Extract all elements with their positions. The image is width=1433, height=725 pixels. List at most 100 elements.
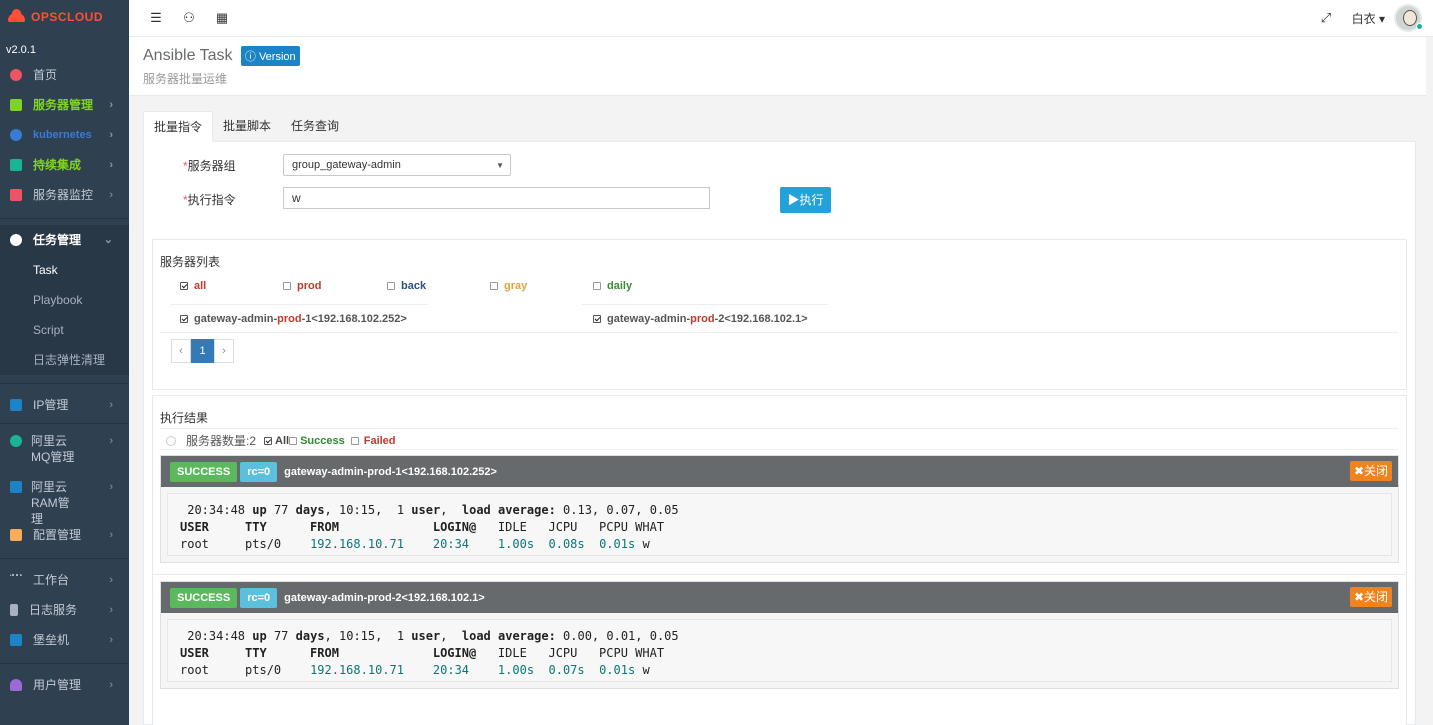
tab-task-query[interactable]: 任务查询 [281, 111, 349, 142]
checkbox[interactable] [387, 282, 395, 291]
sidebar-item-ip[interactable]: IP管理 › [0, 390, 129, 420]
menu-toggle-icon[interactable]: ☰ [149, 11, 163, 25]
loading-spinner-icon [166, 435, 176, 446]
dashboard-icon [10, 574, 22, 586]
pager-next-button[interactable]: › [214, 339, 234, 363]
sidebar-item-label: 配置管理 [33, 528, 82, 542]
chevron-right-icon: › [109, 574, 113, 586]
checkbox[interactable] [593, 282, 601, 291]
kubernetes-icon [10, 129, 22, 141]
tag-filter-daily[interactable]: daily [593, 280, 632, 292]
sidebar: OPSCLOUD v2.0.1 首页 服务器管理 › kubernetes › … [0, 0, 129, 725]
chevron-right-icon: › [109, 159, 113, 171]
sidebar-divider [0, 210, 129, 219]
sidebar-item-label: 用户管理 [33, 678, 82, 692]
pager-page-1[interactable]: 1 [191, 339, 214, 363]
close-button[interactable]: ✖关闭 [1349, 587, 1392, 607]
sidebar-item-workbench[interactable]: 工作台 › [0, 565, 129, 595]
chevron-down-icon: ⌄ [103, 234, 113, 246]
sidebar-subitem-log-clean[interactable]: 日志弹性清理 [0, 345, 129, 375]
checkbox[interactable] [283, 282, 291, 291]
server-group-select[interactable]: group_gateway-admin ▼ [283, 154, 511, 176]
sidebar-item-monitor[interactable]: 服务器监控 › [0, 180, 129, 210]
version-button[interactable]: ⓘ Version [240, 46, 300, 66]
sidebar-item-label: 堡垒机 [33, 633, 70, 647]
user-menu[interactable]: 白衣 ▾ [1352, 10, 1385, 27]
tag-filter-back[interactable]: back [387, 280, 426, 292]
sidebar-item-config[interactable]: 配置管理 › [0, 520, 129, 550]
page-subtitle: 服务器批量运维 [143, 72, 228, 86]
sidebar-item-ci[interactable]: 持续集成 › [0, 150, 129, 180]
status-badge: SUCCESS [170, 461, 238, 482]
sidebar-subitem-playbook[interactable]: Playbook [0, 285, 129, 315]
sidebar-item-tasks[interactable]: 任务管理 ⌄ [0, 225, 129, 255]
scrollbar[interactable] [1426, 37, 1433, 725]
checkbox[interactable] [490, 282, 498, 291]
server-item[interactable]: gateway-admin-prod-1<192.168.102.252> [180, 313, 407, 325]
sidebar-item-aliyun-ram[interactable]: 阿里云RAM管理 › [0, 474, 129, 526]
filter-all-checkbox[interactable] [264, 436, 273, 445]
chevron-right-icon: › [109, 399, 113, 411]
config-icon [10, 529, 22, 541]
info-icon: ⓘ [244, 51, 256, 63]
sidebar-item-log-service[interactable]: 日志服务 › [0, 595, 129, 625]
sidebar-item-servers[interactable]: 服务器管理 › [0, 90, 129, 120]
sidebar-item-label: IP管理 [33, 398, 69, 412]
return-code-badge: rc=0 [240, 587, 278, 608]
log-icon [10, 604, 18, 616]
sidebar-item-label: 服务器监控 [33, 188, 94, 202]
result-card: SUCCESS rc=0 gateway-admin-prod-2<192.16… [160, 581, 1399, 689]
tab-batch-script[interactable]: 批量脚本 [213, 111, 281, 142]
sidebar-divider [0, 375, 129, 384]
sidebar-item-home[interactable]: 首页 [0, 60, 129, 90]
chevron-right-icon: › [109, 435, 113, 447]
app-version: v2.0.1 [6, 44, 36, 56]
apps-grid-icon[interactable]: ▦ [215, 11, 229, 25]
command-label: *执行指令 [183, 192, 236, 207]
command-output: 20:34:48 up 77 days, 10:15, 1 user, load… [167, 619, 1392, 682]
filter-row-divider [160, 449, 1398, 450]
sidebar-divider [0, 550, 129, 559]
user-outline-icon[interactable]: ⚇ [182, 11, 196, 25]
tag-label: back [401, 280, 427, 292]
command-row: *执行指令 [183, 188, 236, 210]
sidebar-subitem-script[interactable]: Script [0, 315, 129, 345]
server-item[interactable]: gateway-admin-prod-2<192.168.102.1> [593, 313, 808, 325]
filter-all-label: All [275, 434, 290, 447]
sidebar-item-label: 工作台 [33, 573, 70, 587]
brand-logo[interactable]: OPSCLOUD [0, 0, 129, 34]
result-title-divider [160, 428, 1398, 429]
sidebar-item-kubernetes[interactable]: kubernetes › [0, 120, 129, 150]
tag-label: gray [504, 280, 528, 292]
close-button[interactable]: ✖关闭 [1349, 461, 1392, 481]
checkbox[interactable] [593, 315, 601, 324]
pager-prev-button[interactable]: ‹ [171, 339, 191, 363]
sidebar-item-aliyun-mq[interactable]: 阿里云MQ管理 › [0, 428, 129, 474]
sidebar-item-label: 日志服务 [29, 603, 78, 617]
filter-success-label: Success [300, 434, 345, 447]
chevron-right-icon: › [109, 529, 113, 541]
sidebar-item-users[interactable]: 用户管理 › [0, 670, 129, 700]
tag-filter-gray[interactable]: gray [490, 280, 527, 292]
chevron-right-icon: › [109, 129, 113, 141]
checkbox[interactable] [180, 282, 188, 291]
tag-filter-all[interactable]: all [180, 280, 206, 292]
command-input[interactable] [283, 187, 710, 209]
result-host: gateway-admin-prod-1<192.168.102.252> [284, 465, 497, 478]
checkbox[interactable] [180, 315, 188, 324]
monitor-icon [10, 189, 22, 201]
filter-failed-checkbox[interactable] [350, 436, 359, 445]
sidebar-subitem-task[interactable]: Task [0, 255, 129, 285]
tag-filter-prod[interactable]: prod [283, 280, 321, 292]
sidebar-item-label: 服务器管理 [33, 98, 94, 112]
chevron-right-icon: › [109, 99, 113, 111]
fullscreen-icon[interactable]: ⤢ [1319, 11, 1333, 25]
top-navbar: ☰ ⚇ ▦ ⤢ 白衣 ▾ [129, 0, 1433, 37]
tab-batch-command[interactable]: 批量指令 [143, 111, 214, 142]
sidebar-item-bastion[interactable]: 堡垒机 › [0, 625, 129, 655]
sidebar-item-label: 首页 [33, 68, 58, 82]
user-icon [10, 679, 22, 691]
chevron-right-icon: › [109, 634, 113, 646]
filter-success-checkbox[interactable] [289, 436, 298, 445]
execute-button[interactable]: ▶执行 [780, 187, 831, 213]
